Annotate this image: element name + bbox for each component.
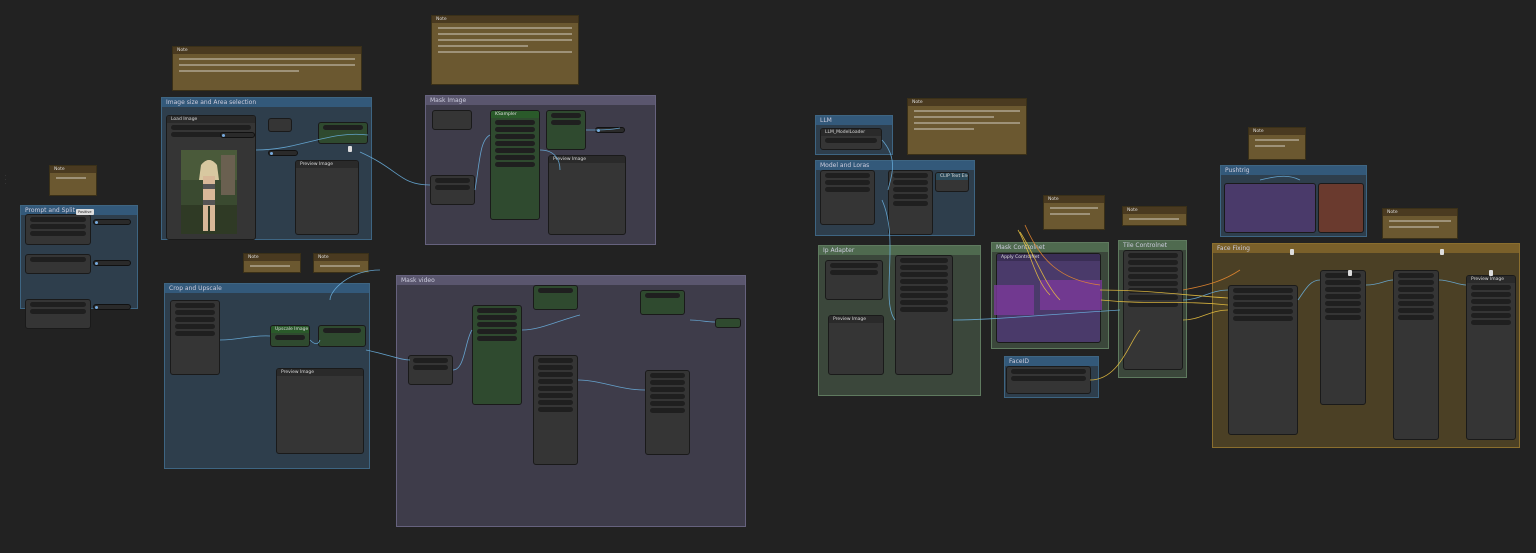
node-face-detailer[interactable] bbox=[1228, 285, 1298, 435]
group-title: Mask Controlnet bbox=[992, 243, 1108, 252]
node-face-preview[interactable]: Preview Image bbox=[1466, 275, 1516, 440]
group-title: LLM bbox=[816, 116, 892, 125]
node-crop[interactable] bbox=[170, 300, 220, 375]
mask-preview-area bbox=[994, 285, 1034, 315]
node-image-size[interactable] bbox=[318, 122, 368, 144]
node-ksampler-mask[interactable]: KSampler bbox=[490, 110, 540, 220]
note-image-size[interactable]: Note bbox=[172, 46, 362, 91]
badge-label bbox=[1489, 270, 1493, 276]
tiny-text: ... bbox=[5, 173, 6, 185]
badge-positive: Positive bbox=[76, 209, 94, 215]
badge-label bbox=[1348, 270, 1352, 276]
node-sam-loader[interactable] bbox=[432, 110, 472, 130]
group-title: Ip Adapter bbox=[819, 246, 980, 255]
node-load-checkpoint[interactable] bbox=[820, 170, 875, 225]
output-pin[interactable] bbox=[93, 304, 131, 310]
note-pushtrig[interactable]: Note bbox=[1248, 127, 1306, 160]
note-face[interactable]: Note bbox=[1382, 208, 1458, 239]
node-video-combine-2[interactable] bbox=[645, 370, 690, 455]
group-title: FaceID bbox=[1005, 357, 1098, 366]
mask-preview-area-2 bbox=[1040, 280, 1102, 310]
note-controlnet[interactable]: Note bbox=[1043, 195, 1105, 230]
node-string-split-2[interactable] bbox=[25, 299, 91, 329]
node-video-input[interactable] bbox=[408, 355, 453, 385]
input-pin[interactable] bbox=[220, 132, 255, 138]
node-face-detailer-2[interactable] bbox=[1320, 270, 1366, 405]
workflow-canvas[interactable]: Prompt and Split Image size and Area sel… bbox=[0, 0, 1536, 553]
note-small-2[interactable]: Note bbox=[243, 253, 301, 273]
output-pin[interactable] bbox=[93, 260, 131, 266]
badge-label bbox=[348, 146, 352, 152]
group-title: Crop and Upscale bbox=[165, 284, 369, 293]
group-title: Mask video bbox=[397, 276, 745, 285]
node-text-multiline[interactable] bbox=[25, 214, 91, 245]
group-title: Mask Image bbox=[426, 96, 655, 105]
group-title: Tile Controlnet bbox=[1119, 241, 1186, 250]
node-video-settings[interactable] bbox=[533, 285, 578, 310]
note-mask-image[interactable]: Note bbox=[431, 15, 579, 85]
node-purple-box[interactable] bbox=[1224, 183, 1316, 233]
node-ip-preview[interactable]: Preview Image bbox=[828, 315, 884, 375]
node-ip-apply[interactable] bbox=[895, 255, 953, 375]
output-pin[interactable] bbox=[595, 127, 625, 133]
node-mask-video-sampler[interactable] bbox=[472, 305, 522, 405]
node-string-split[interactable] bbox=[25, 254, 91, 274]
node-grounding-dino[interactable] bbox=[430, 175, 475, 205]
node-tile-apply[interactable] bbox=[1123, 250, 1183, 370]
note-small-3[interactable]: Note bbox=[313, 253, 369, 273]
output-pin[interactable] bbox=[268, 150, 298, 156]
node-preview-image[interactable]: Preview Image bbox=[295, 160, 359, 235]
badge-label bbox=[1290, 249, 1294, 255]
node-int[interactable] bbox=[268, 118, 292, 132]
note-small[interactable]: Note bbox=[49, 165, 97, 196]
node-mask-ops[interactable] bbox=[546, 110, 586, 150]
output-pin[interactable] bbox=[93, 219, 131, 225]
node-preview-crop[interactable]: Preview Image bbox=[276, 368, 364, 454]
node-upscale[interactable] bbox=[318, 325, 366, 347]
node-video-combine[interactable] bbox=[533, 355, 578, 465]
loaded-photo bbox=[181, 150, 237, 234]
node-output-small[interactable] bbox=[715, 318, 741, 328]
node-video-ops[interactable] bbox=[640, 290, 685, 315]
note-llm[interactable]: Note bbox=[907, 98, 1027, 155]
note-tile[interactable]: Note bbox=[1122, 206, 1187, 226]
node-red-box[interactable] bbox=[1318, 183, 1364, 233]
node-face-detailer-3[interactable] bbox=[1393, 270, 1439, 440]
group-title: Pushtrig bbox=[1221, 166, 1366, 175]
node-lora-stack[interactable] bbox=[888, 170, 933, 235]
node-upscale-model[interactable]: Upscale Image bbox=[270, 325, 310, 347]
node-clip-text[interactable]: CLIP Text Encode bbox=[935, 172, 969, 192]
node-llm-loader[interactable]: LLM_ModelLoader bbox=[820, 128, 882, 150]
node-ip-loader[interactable] bbox=[825, 260, 883, 300]
group-title: Model and Loras bbox=[816, 161, 974, 170]
group-title: Face Fixing bbox=[1213, 244, 1519, 253]
node-preview-mask[interactable]: Preview Image bbox=[548, 155, 626, 235]
group-title: Image size and Area selection bbox=[162, 98, 371, 107]
node-faceid-loader[interactable] bbox=[1006, 366, 1091, 394]
badge-label bbox=[1440, 249, 1444, 255]
